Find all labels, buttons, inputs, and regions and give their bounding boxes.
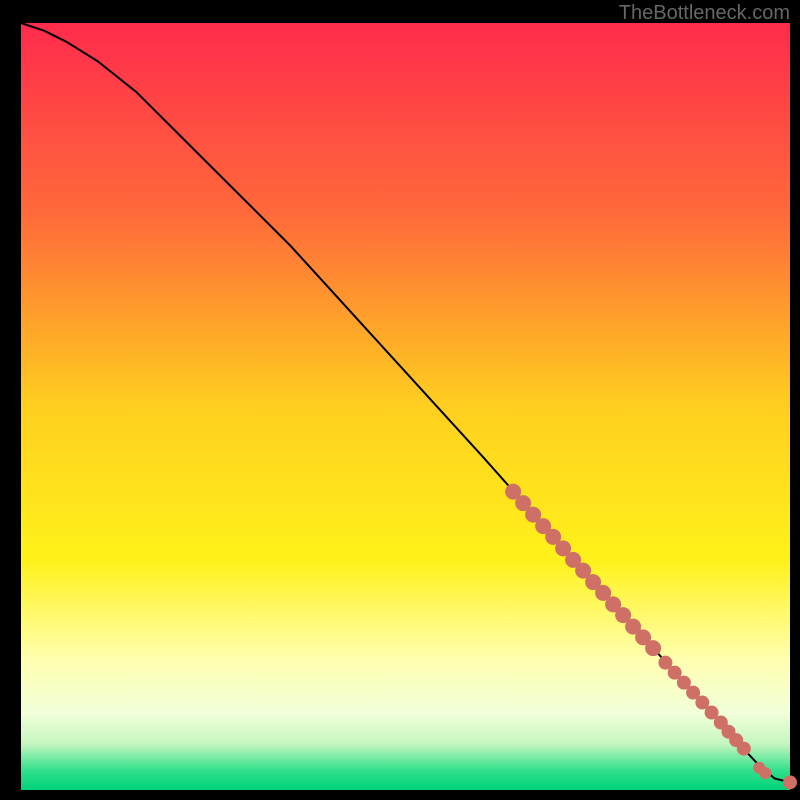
data-dot xyxy=(737,742,751,756)
chart-svg xyxy=(0,0,800,800)
watermark-text: TheBottleneck.com xyxy=(619,2,790,25)
data-dot xyxy=(645,640,661,656)
chart-stage: TheBottleneck.com xyxy=(0,0,800,800)
data-dot xyxy=(783,775,797,789)
data-dot xyxy=(759,767,771,779)
